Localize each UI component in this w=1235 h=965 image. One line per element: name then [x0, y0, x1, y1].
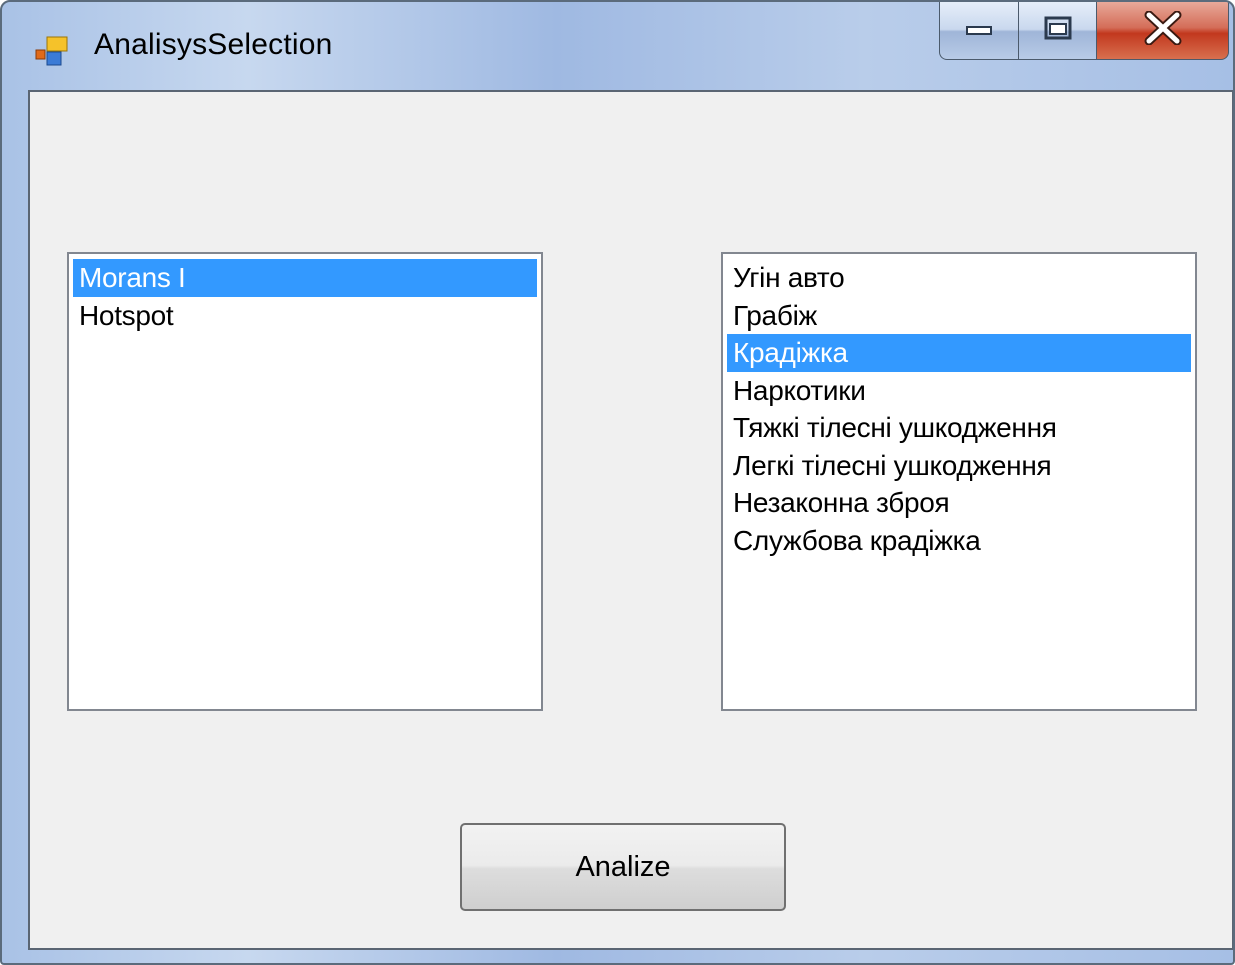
- maximize-icon: [1043, 15, 1073, 46]
- minimize-button[interactable]: [939, 2, 1019, 60]
- list-item[interactable]: Угін авто: [727, 259, 1191, 297]
- maximize-button[interactable]: [1019, 2, 1097, 60]
- list-item[interactable]: Наркотики: [727, 372, 1191, 410]
- close-button[interactable]: [1097, 2, 1229, 60]
- list-item[interactable]: Тяжкі тілесні ушкодження: [727, 409, 1191, 447]
- client-area: Morans I Hotspot Угін авто Грабіж Крадіж…: [28, 90, 1233, 950]
- crime-type-listbox[interactable]: Угін авто Грабіж Крадіжка Наркотики Тяжк…: [721, 252, 1197, 711]
- window-title: AnalisysSelection: [94, 28, 333, 61]
- list-item[interactable]: Morans I: [73, 259, 537, 297]
- app-window: AnalisysSelection Morans I Hotspot Угін …: [0, 0, 1235, 965]
- analysis-type-listbox[interactable]: Morans I Hotspot: [67, 252, 543, 711]
- list-item[interactable]: Грабіж: [727, 297, 1191, 335]
- analyze-button[interactable]: Analize: [460, 823, 786, 911]
- title-bar[interactable]: AnalisysSelection: [2, 2, 1233, 88]
- minimize-icon: [964, 20, 994, 41]
- list-item[interactable]: Hotspot: [73, 297, 537, 335]
- list-item[interactable]: Легкі тілесні ушкодження: [727, 447, 1191, 485]
- list-item[interactable]: Службова крадіжка: [727, 522, 1191, 560]
- list-item[interactable]: Незаконна зброя: [727, 484, 1191, 522]
- app-icon: [35, 35, 69, 67]
- close-icon: [1141, 10, 1185, 50]
- list-item[interactable]: Крадіжка: [727, 334, 1191, 372]
- caption-buttons: [939, 2, 1229, 62]
